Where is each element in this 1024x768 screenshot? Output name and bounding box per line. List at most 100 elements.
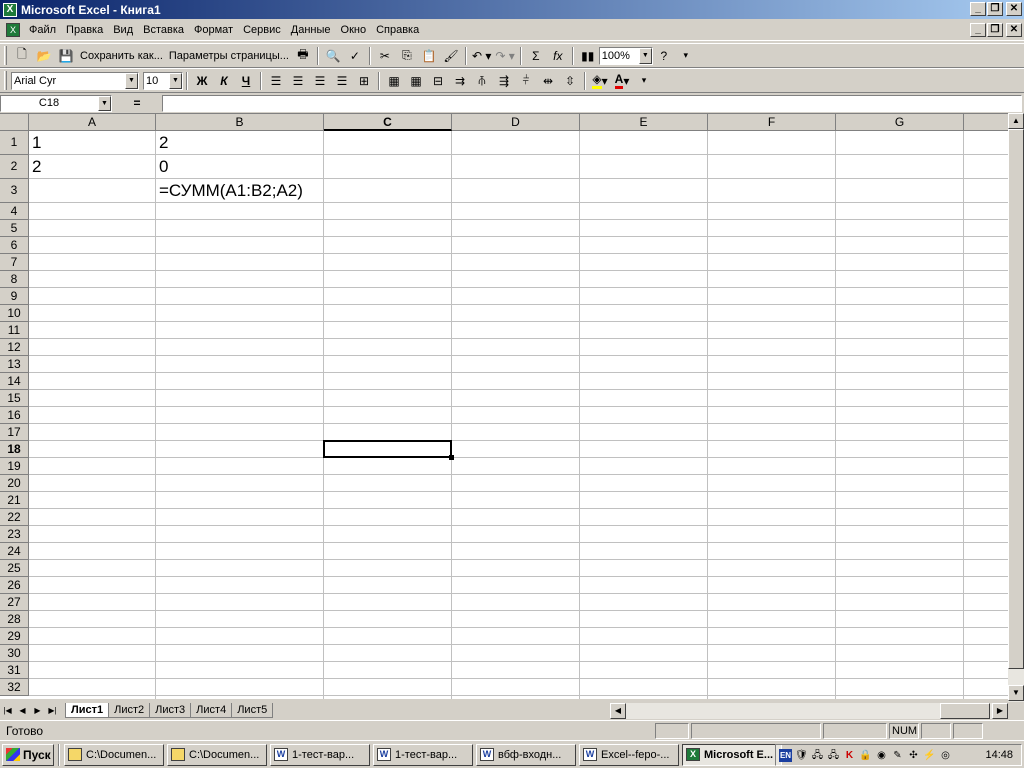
row-header-12[interactable]: 12 xyxy=(0,339,29,356)
column-header[interactable] xyxy=(964,114,1008,131)
column-header-c[interactable]: C xyxy=(324,114,452,131)
insert-function-button[interactable]: fx xyxy=(547,46,569,66)
row-header-19[interactable]: 19 xyxy=(0,458,29,475)
chevron-down-icon[interactable]: ▼ xyxy=(169,72,182,89)
tool-icon[interactable]: ✎ xyxy=(891,749,904,762)
paste-icon[interactable]: 📋 xyxy=(418,46,440,66)
row-header-9[interactable]: 9 xyxy=(0,288,29,305)
menu-edit[interactable]: Правка xyxy=(61,24,108,36)
menu-insert[interactable]: Вставка xyxy=(138,24,189,36)
autosum-button[interactable]: Σ xyxy=(525,46,547,66)
sheet-tab-2[interactable]: Лист2 xyxy=(108,703,151,718)
insert-row-icon[interactable]: ⊟ xyxy=(427,71,449,91)
taskbar-word-2[interactable]: W 1-тест-вар... xyxy=(373,743,473,766)
workbook-icon[interactable]: X xyxy=(6,23,20,37)
print-icon[interactable]: 🖶 xyxy=(292,46,314,66)
menu-file[interactable]: Файл xyxy=(24,24,61,36)
align-right-icon[interactable]: ☰ xyxy=(309,71,331,91)
taskbar-explorer-2[interactable]: C:\Documen... xyxy=(167,743,267,766)
menu-window[interactable]: Окно xyxy=(336,24,372,36)
doc-restore-button[interactable]: ❐ xyxy=(987,23,1003,37)
align-left-icon[interactable]: ☰ xyxy=(265,71,287,91)
open-folder-icon[interactable]: 📂 xyxy=(33,46,55,66)
cell-b2[interactable]: 0 xyxy=(156,155,168,179)
excel-app-icon[interactable]: X xyxy=(3,2,17,17)
resize-icon[interactable]: ⇳ xyxy=(559,71,581,91)
menu-tools[interactable]: Сервис xyxy=(238,24,286,36)
row-header-28[interactable]: 28 xyxy=(0,611,29,628)
format-painter-icon[interactable]: 🖌 xyxy=(440,46,462,66)
row-header-11[interactable]: 11 xyxy=(0,322,29,339)
row-header-15[interactable]: 15 xyxy=(0,390,29,407)
toolbar-grip[interactable] xyxy=(4,71,7,90)
menu-data[interactable]: Данные xyxy=(286,24,336,36)
sheet-tab-1[interactable]: Лист1 xyxy=(65,703,110,718)
font-size-select[interactable]: 10 ▼ xyxy=(143,71,183,90)
sheet-tab-4[interactable]: Лист4 xyxy=(190,703,233,718)
page-setup-button[interactable]: Параметры страницы... xyxy=(166,46,292,66)
help-button[interactable]: ? xyxy=(653,46,675,66)
network-icon[interactable]: 🖧 xyxy=(811,749,824,762)
row-header-6[interactable]: 6 xyxy=(0,237,29,254)
column-header-b[interactable]: B xyxy=(156,114,324,131)
name-box[interactable]: C18 ▼ xyxy=(0,94,112,112)
row-header-23[interactable]: 23 xyxy=(0,526,29,543)
fill-handle[interactable] xyxy=(449,455,454,460)
horizontal-scrollbar[interactable]: ◀ ▶ xyxy=(610,703,1008,719)
flash-icon[interactable]: ⚡ xyxy=(923,749,936,762)
table-icon[interactable]: ▦ xyxy=(405,71,427,91)
column-header-g[interactable]: G xyxy=(836,114,964,131)
borders-icon[interactable]: ▦ xyxy=(383,71,405,91)
taskbar-explorer-1[interactable]: C:\Documen... xyxy=(64,743,164,766)
row-header-18[interactable]: 18 xyxy=(0,441,29,458)
row-header-14[interactable]: 14 xyxy=(0,373,29,390)
row-header-32[interactable]: 32 xyxy=(0,679,29,696)
first-sheet-icon[interactable]: |◀ xyxy=(0,703,15,718)
title-bar[interactable]: X Microsoft Excel - Книга1 _ ❐ ✕ xyxy=(0,0,1024,19)
scroll-right-icon[interactable]: ▶ xyxy=(992,703,1008,719)
hscroll-thumb[interactable] xyxy=(940,703,990,719)
close-button[interactable]: ✕ xyxy=(1006,2,1022,16)
row-header-7[interactable]: 7 xyxy=(0,254,29,271)
toolbar-options-icon[interactable]: ▾ xyxy=(633,71,655,91)
doc-minimize-button[interactable]: _ xyxy=(970,23,986,37)
font-color-icon[interactable]: A ▾ xyxy=(611,71,633,91)
chevron-down-icon[interactable]: ▼ xyxy=(638,47,652,64)
scroll-thumb[interactable] xyxy=(1008,129,1024,669)
sheet-tab-5[interactable]: Лист5 xyxy=(231,703,274,718)
row-header-3[interactable]: 3 xyxy=(0,179,29,203)
new-document-icon[interactable]: 🗋 xyxy=(11,46,33,66)
scroll-left-icon[interactable]: ◀ xyxy=(610,703,626,719)
menu-view[interactable]: Вид xyxy=(108,24,138,36)
puzzle-icon[interactable]: ✣ xyxy=(907,749,920,762)
redo-icon[interactable]: ↷ ▾ xyxy=(493,46,516,66)
row-header-21[interactable]: 21 xyxy=(0,492,29,509)
row-header-25[interactable]: 25 xyxy=(0,560,29,577)
row-height-icon[interactable]: ⇶ xyxy=(493,71,515,91)
row-header-10[interactable]: 10 xyxy=(0,305,29,322)
prev-sheet-icon[interactable]: ◀ xyxy=(15,703,30,718)
align-center-icon[interactable]: ☰ xyxy=(287,71,309,91)
print-preview-icon[interactable]: 🔍 xyxy=(322,46,344,66)
cell-a2[interactable]: 2 xyxy=(29,155,41,179)
clock[interactable]: 14:48 xyxy=(985,749,1021,761)
row-header-24[interactable]: 24 xyxy=(0,543,29,560)
web-icon[interactable]: ◎ xyxy=(939,749,952,762)
row-header-4[interactable]: 4 xyxy=(0,203,29,220)
menu-format[interactable]: Формат xyxy=(189,24,238,36)
column-header-e[interactable]: E xyxy=(580,114,708,131)
taskbar-word-1[interactable]: W 1-тест-вар... xyxy=(270,743,370,766)
network-icon[interactable]: 🖧 xyxy=(827,749,840,762)
underline-button[interactable]: Ч xyxy=(235,71,257,91)
scroll-up-icon[interactable]: ▲ xyxy=(1008,113,1024,129)
toolbar-options-icon[interactable]: ▾ xyxy=(675,46,697,66)
insert-column-icon[interactable]: ⇉ xyxy=(449,71,471,91)
vertical-scrollbar[interactable]: ▲ ▼ xyxy=(1008,113,1024,703)
row-header-5[interactable]: 5 xyxy=(0,220,29,237)
distribute-icon[interactable]: ⇹ xyxy=(537,71,559,91)
toolbar-grip[interactable] xyxy=(4,46,7,65)
row-header-17[interactable]: 17 xyxy=(0,424,29,441)
column-header-d[interactable]: D xyxy=(452,114,580,131)
row-header-2[interactable]: 2 xyxy=(0,155,29,179)
row-header-20[interactable]: 20 xyxy=(0,475,29,492)
